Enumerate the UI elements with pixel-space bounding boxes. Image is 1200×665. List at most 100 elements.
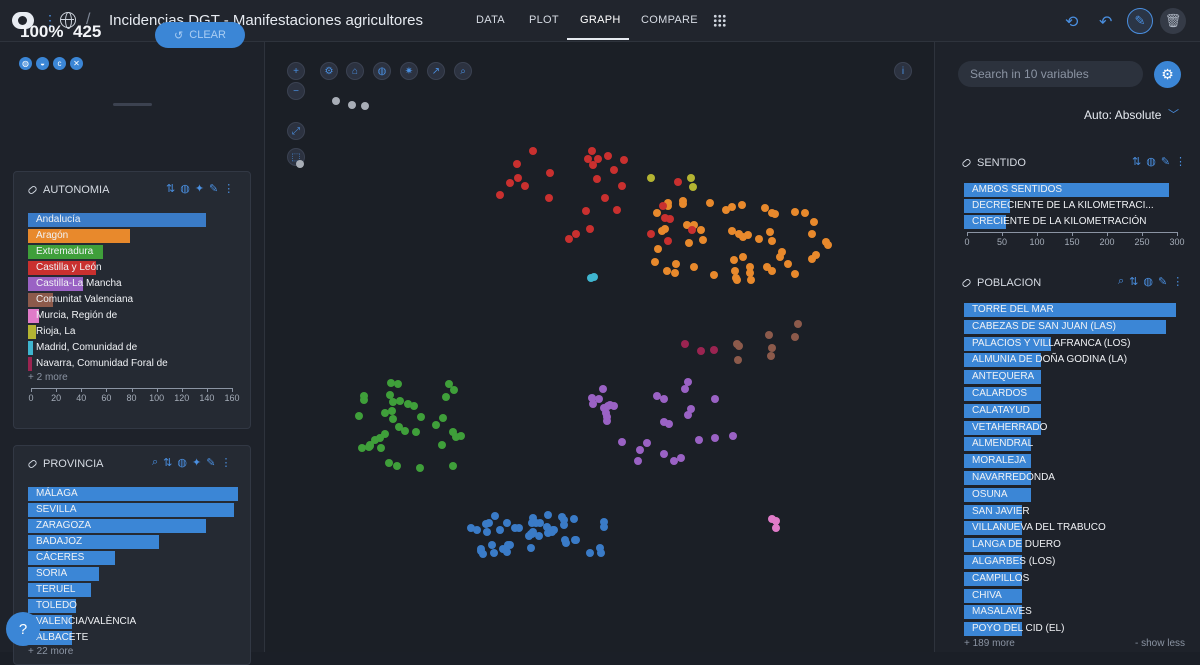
graph-node[interactable] (710, 345, 719, 354)
graph-node[interactable] (296, 160, 304, 169)
bar-row[interactable]: Andalucía (28, 213, 229, 227)
panel-resize-handle[interactable] (113, 103, 152, 106)
zoom-out-icon[interactable]: − (287, 82, 305, 100)
graph-node[interactable] (444, 379, 453, 388)
bar-row[interactable]: ZARAGOZA (28, 519, 238, 533)
graph-node[interactable] (570, 515, 579, 524)
apps-grid-icon[interactable] (713, 14, 726, 27)
graph-node[interactable] (677, 454, 686, 463)
graph-node[interactable] (570, 535, 579, 544)
graph-node[interactable] (653, 209, 662, 218)
graph-node[interactable] (733, 276, 742, 285)
graph-node[interactable] (376, 443, 385, 452)
tab-plot[interactable]: PLOT (529, 14, 559, 26)
bar-row[interactable]: ALBACETE (28, 631, 238, 645)
graph-node[interactable] (548, 527, 556, 536)
graph-node[interactable] (560, 521, 569, 530)
graph-node[interactable] (696, 347, 705, 356)
graph-node[interactable] (609, 166, 618, 175)
graph-node[interactable] (662, 267, 671, 276)
more-icon[interactable]: ⋮ (1172, 275, 1183, 288)
graph-node[interactable] (496, 190, 505, 199)
graph-node[interactable] (689, 182, 698, 191)
chevron-down-icon[interactable]: ﹀ (1168, 106, 1179, 122)
graph-node[interactable] (684, 410, 693, 419)
graph-node[interactable] (545, 168, 554, 177)
graph-node[interactable] (450, 386, 459, 395)
bar-row[interactable]: POYO DEL CID (EL) (964, 622, 1176, 637)
graph-node[interactable] (678, 197, 687, 206)
graph-canvas[interactable]: + − ⤢ ⬚ ⚙ ⌂ ◍ ✷ ↗ ⌕ i (266, 42, 933, 652)
graph-node[interactable] (728, 203, 737, 212)
bar-row[interactable]: CAMPILLOS (964, 571, 1176, 586)
export-icon[interactable]: ↗ (427, 62, 445, 80)
tab-data[interactable]: DATA (476, 14, 505, 26)
graph-node[interactable] (671, 260, 680, 269)
graph-node[interactable] (410, 402, 419, 411)
graph-node[interactable] (613, 206, 622, 215)
search-icon[interactable]: ⌕ (1118, 275, 1124, 288)
graph-node[interactable] (767, 352, 776, 361)
tag-icon[interactable]: ⌂ (346, 62, 364, 80)
graph-node[interactable] (489, 549, 498, 558)
pin-icon[interactable]: ✕ (70, 57, 83, 70)
graph-node[interactable] (735, 341, 744, 350)
graph-node[interactable] (594, 155, 603, 164)
graph-node[interactable] (529, 147, 538, 156)
drop-icon[interactable]: ◍ (373, 62, 391, 80)
bar-row[interactable]: VALENCIA/VALÈNCIA (28, 615, 238, 629)
bar-row[interactable]: Castilla y León (28, 261, 229, 275)
bar-row[interactable]: OSUNA (964, 487, 1176, 502)
color-drop-icon[interactable]: ◍ (1146, 155, 1156, 168)
more-link[interactable]: + 2 more (28, 372, 68, 383)
graph-node[interactable] (585, 224, 594, 233)
graph-node[interactable] (686, 174, 695, 183)
graph-node[interactable] (529, 527, 538, 536)
graph-node[interactable] (738, 253, 747, 262)
graph-node[interactable] (482, 527, 491, 536)
graph-node[interactable] (412, 428, 421, 437)
zoom-in-icon[interactable]: + (287, 62, 305, 80)
edit-icon[interactable]: ✎ (1161, 155, 1170, 168)
graph-node[interactable] (544, 193, 553, 202)
info-icon[interactable]: i (894, 62, 912, 80)
graph-node[interactable] (647, 173, 656, 182)
layout-icon[interactable]: ✷ (400, 62, 418, 80)
graph-node[interactable] (768, 236, 777, 245)
graph-node[interactable] (646, 230, 655, 239)
bar-row[interactable]: TORRE DEL MAR (964, 303, 1176, 317)
bar-row[interactable]: BADAJOZ (28, 535, 238, 549)
graph-node[interactable] (660, 394, 669, 403)
graph-node[interactable] (393, 462, 402, 471)
graph-node[interactable] (728, 432, 737, 441)
graph-node[interactable] (747, 276, 756, 285)
graph-node[interactable] (513, 174, 522, 183)
bar-row[interactable]: CHIVA (964, 588, 1176, 603)
graph-node[interactable] (688, 225, 697, 234)
color-drop-icon[interactable]: ◍ (180, 182, 190, 195)
graph-node[interactable] (670, 268, 679, 277)
graph-node[interactable] (643, 438, 652, 447)
graph-node[interactable] (365, 440, 374, 449)
bar-row[interactable]: LANGA DE DUERO (964, 538, 1176, 553)
bar-row[interactable]: MÁLAGA (28, 487, 238, 501)
graph-node[interactable] (695, 435, 704, 444)
undo-icon[interactable]: ↶ (1099, 12, 1112, 32)
graph-node[interactable] (790, 270, 799, 279)
graph-node[interactable] (331, 97, 340, 105)
graph-node[interactable] (604, 151, 613, 160)
graph-node[interactable] (496, 525, 505, 534)
graph-node[interactable] (784, 259, 793, 268)
bar-row[interactable]: PALACIOS Y VILLAFRANCA (LOS) (964, 336, 1176, 351)
graph-node[interactable] (388, 397, 397, 406)
graph-node[interactable] (393, 379, 402, 388)
pin-icon[interactable]: ✦ (195, 182, 204, 195)
bar-row[interactable]: Aragón (28, 229, 229, 243)
bar-row[interactable]: Extremadura (28, 245, 229, 259)
bar-row[interactable]: VETAHERRADO (964, 420, 1176, 435)
graph-node[interactable] (618, 181, 627, 190)
sort-icon[interactable]: ⇅ (1129, 275, 1138, 288)
graph-node[interactable] (659, 449, 668, 458)
graph-node[interactable] (543, 510, 552, 519)
graph-node[interactable] (360, 395, 369, 404)
